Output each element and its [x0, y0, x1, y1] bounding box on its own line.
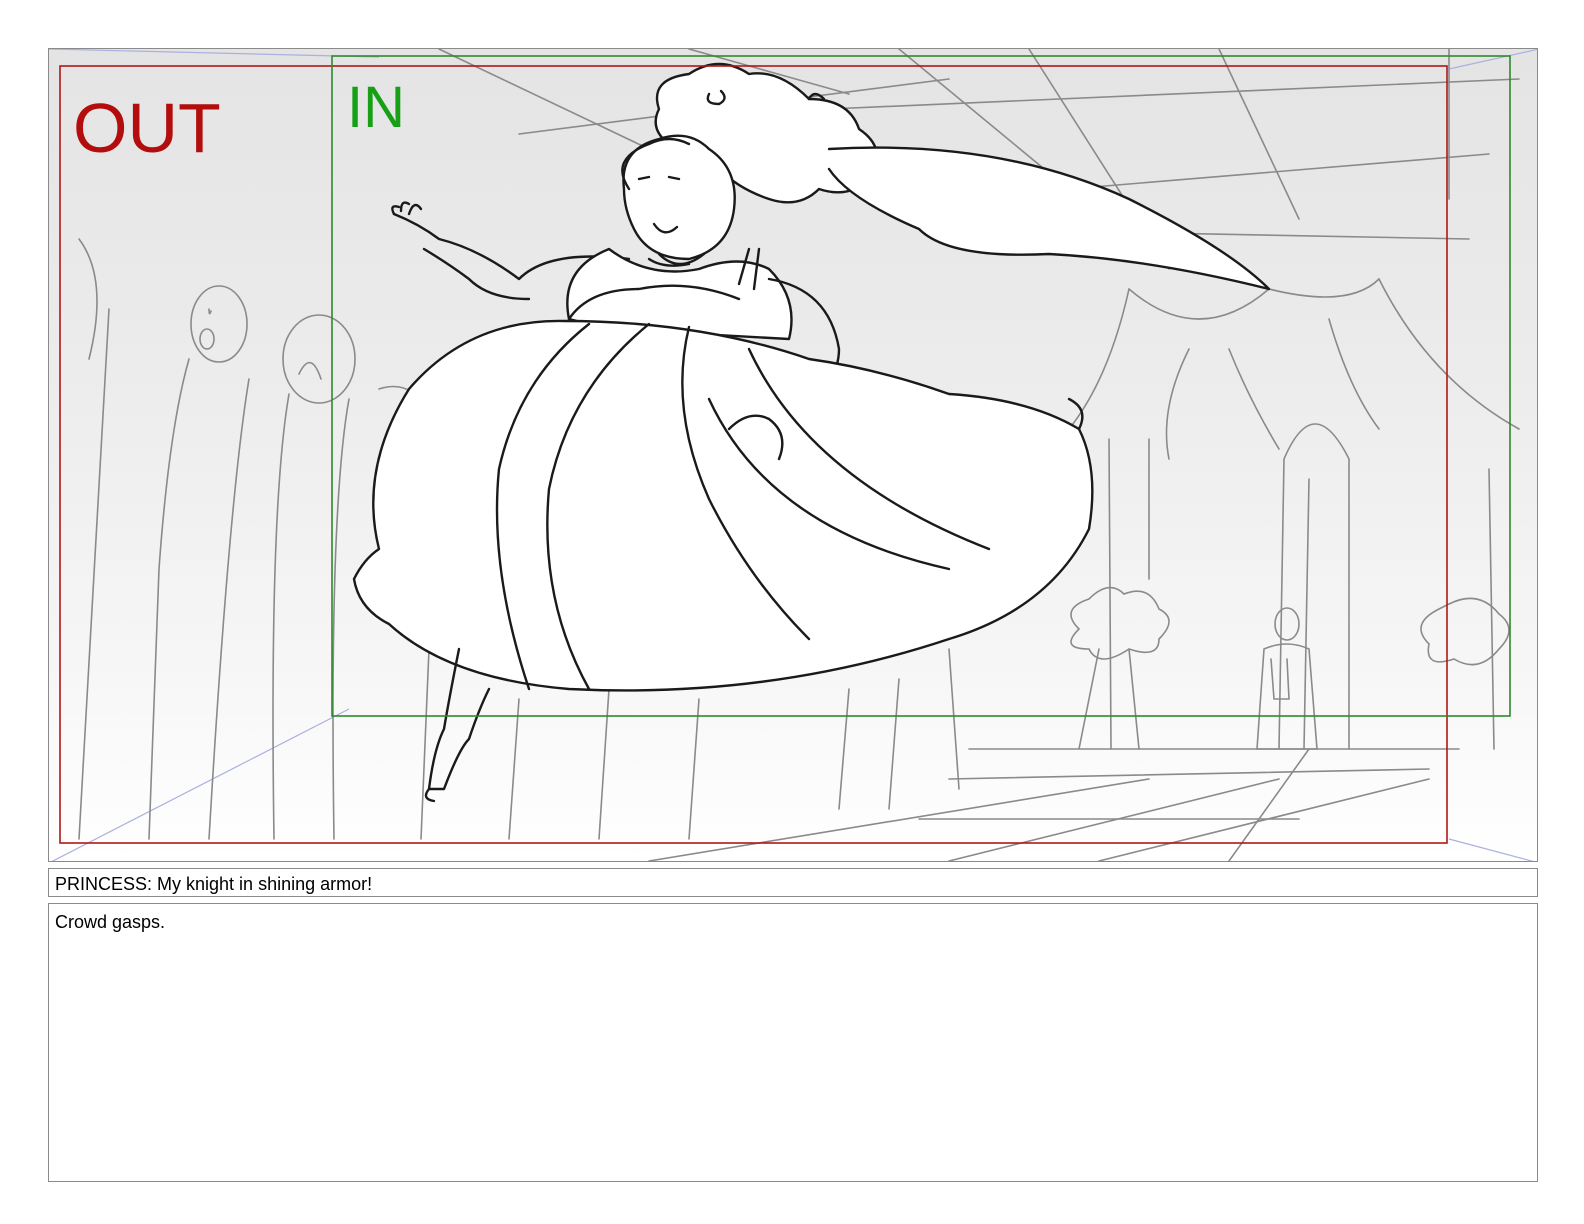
- action-notes-text: Crowd gasps.: [55, 912, 166, 932]
- out-frame-label: OUT: [73, 89, 221, 167]
- in-frame-label: IN: [347, 75, 405, 140]
- action-notes-box: Crowd gasps.: [48, 903, 1538, 1182]
- storyboard-panel: OUT IN: [48, 48, 1538, 862]
- dialogue-text: PRINCESS: My knight in shining armor!: [55, 874, 373, 894]
- panel-sketch: [49, 49, 1537, 861]
- princess-sketch: [352, 62, 1271, 803]
- dialogue-box: PRINCESS: My knight in shining armor!: [48, 868, 1538, 897]
